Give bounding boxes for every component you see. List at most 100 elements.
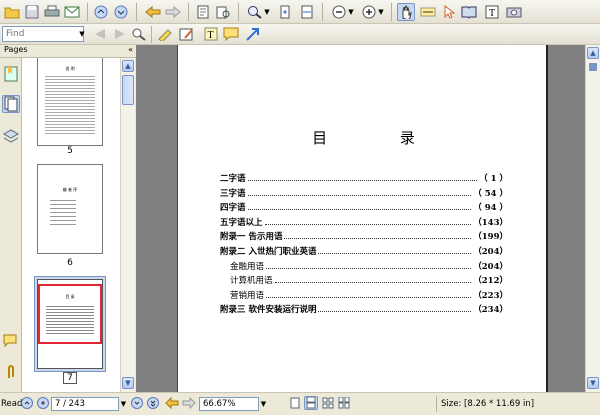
doc-scroll-down-arrow-icon[interactable]: ▼	[587, 377, 599, 389]
toc-entry[interactable]: 四字语 （ 94 ）	[220, 201, 508, 213]
toc-leader-dots	[284, 230, 472, 240]
page-speck: ·	[182, 115, 184, 121]
toc-entry[interactable]: 金融用语 （204）	[230, 260, 508, 272]
fit-width-icon[interactable]	[298, 3, 316, 21]
facing-view-icon[interactable]	[321, 396, 335, 410]
thumbnail-scrollbar[interactable]: ▲ ▼	[120, 58, 135, 392]
page-setup-icon[interactable]	[194, 3, 212, 21]
status-bar: Read 7 / 243 ▼ 66.67% ▼ Size: [8.26 * 11…	[0, 392, 600, 415]
scrollbar-thumb[interactable]	[122, 75, 134, 105]
toc-entry[interactable]: 附录一 告示用语 （199）	[220, 230, 508, 242]
collapse-panel-icon[interactable]: «	[128, 45, 133, 54]
scroll-up-arrow-icon[interactable]: ▲	[122, 60, 134, 72]
comments-panel-icon[interactable]	[2, 332, 20, 350]
forward-arrow-icon[interactable]	[164, 3, 182, 21]
next-page-icon[interactable]	[130, 396, 144, 410]
scroll-up-icon[interactable]	[92, 3, 110, 21]
find-next-icon[interactable]	[111, 25, 129, 43]
toc-entry-title: 四字语	[220, 203, 246, 214]
page-thumbnail-5[interactable]: 说 明	[37, 58, 103, 146]
zoom-dropdown-icon[interactable]: ▼	[263, 3, 271, 21]
document-view: · 目 录 二字语 （ 1 ） 三字语 （ 54 ） 四字语 （ 94 ） 五字语以上 （14…	[136, 45, 585, 392]
navigation-rail	[0, 45, 22, 392]
open-folder-icon[interactable]	[3, 3, 21, 21]
toc-entry-page: （234）	[473, 305, 508, 316]
zoom-out-icon[interactable]	[330, 3, 348, 21]
bookmarks-icon[interactable]	[2, 65, 20, 83]
print-icon[interactable]	[43, 3, 61, 21]
thumbnail-label-selected: 7	[63, 372, 77, 384]
toc-entry-title: 附录二 入世热门职业英语	[220, 247, 317, 257]
hand-tool-icon[interactable]	[397, 3, 415, 21]
page-number-field[interactable]: 7 / 243	[51, 397, 119, 411]
highlight-icon[interactable]	[156, 25, 174, 43]
document-scrollbar[interactable]: ▲ ▼	[585, 45, 600, 392]
previous-page-icon[interactable]	[36, 396, 50, 410]
zoom-level-field[interactable]: 66.67%	[199, 397, 259, 411]
toc-entry[interactable]: 计算机用语 （212）	[230, 274, 508, 286]
zoom-in-icon[interactable]	[360, 3, 378, 21]
toc-leader-dots	[318, 245, 472, 254]
toc-leader-dots	[274, 274, 472, 284]
fit-page-icon[interactable]	[276, 3, 294, 21]
continuous-facing-view-icon[interactable]	[337, 396, 351, 410]
toc-entry[interactable]: 三字语 （ 54 ）	[220, 187, 508, 199]
toc-entry[interactable]: 附录三 软件安装运行说明 （234）	[220, 303, 508, 315]
select-text-icon[interactable]	[419, 3, 437, 21]
toc-entry-page: （ 54 ）	[473, 188, 508, 199]
text-tool-icon[interactable]: T	[483, 3, 501, 21]
find-dropdown-icon[interactable]: ▼	[78, 25, 86, 43]
zoom-level-dropdown-icon[interactable]: ▼	[259, 397, 268, 411]
email-icon[interactable]	[63, 3, 81, 21]
last-page-icon[interactable]	[146, 396, 160, 410]
back-arrow-icon[interactable]	[144, 3, 162, 21]
zoom-out-dropdown-icon[interactable]: ▼	[347, 3, 355, 21]
snapshot-icon[interactable]	[505, 3, 523, 21]
pages-panel-title: Pages	[4, 45, 28, 54]
scroll-down-arrow-icon[interactable]: ▼	[122, 377, 134, 389]
typewriter-icon[interactable]: T	[202, 25, 220, 43]
save-icon[interactable]	[23, 3, 41, 21]
toc-leader-dots	[247, 187, 472, 196]
search-icon[interactable]	[130, 25, 148, 43]
single-page-view-icon[interactable]	[288, 396, 302, 410]
find-input[interactable]	[2, 26, 84, 42]
thumbnail-label: 6	[67, 258, 73, 268]
toc-entry-title: 二字语	[220, 174, 246, 184]
toc-entry[interactable]: 营销用语 （223）	[230, 289, 508, 301]
attachment-icon[interactable]	[2, 363, 20, 381]
arrow-tool-icon[interactable]	[244, 25, 262, 43]
page-thumbnail-6[interactable]: 编 者 序	[37, 164, 103, 254]
note-comment-icon[interactable]	[222, 25, 240, 43]
toc-entry-page: （204）	[473, 261, 508, 272]
page-thumbnail-7[interactable]: 目 录	[37, 279, 103, 369]
doc-scroll-up-arrow-icon[interactable]: ▲	[587, 47, 599, 59]
edit-tool-icon[interactable]	[178, 25, 196, 43]
thumbnail-text-block	[50, 197, 76, 227]
thumbnail-panel: 说 明 5 编 者 序 6 目 录 7	[22, 58, 120, 392]
page-dropdown-icon[interactable]: ▼	[119, 397, 128, 411]
zoom-magnifier-icon[interactable]	[246, 3, 264, 21]
thumbnail-text-block	[46, 304, 94, 334]
thumbnail-label: 5	[67, 146, 73, 156]
book-icon[interactable]	[460, 3, 478, 21]
pages-panel-icon[interactable]	[2, 95, 20, 113]
doc-scroll-marker-icon	[589, 63, 597, 71]
print-preview-icon[interactable]	[214, 3, 232, 21]
toc-entry[interactable]: 五字语以上 （143）	[220, 216, 508, 228]
pointer-icon[interactable]	[440, 3, 458, 21]
layers-icon[interactable]	[2, 127, 20, 145]
thumbnail-heading: 编 者 序	[62, 187, 78, 192]
find-previous-icon[interactable]	[91, 25, 109, 43]
toc-entry-title: 金融用语	[230, 261, 265, 272]
nav-back-icon[interactable]	[165, 396, 179, 410]
toc-heading: 目 录	[312, 129, 449, 147]
continuous-view-icon[interactable]	[304, 396, 318, 410]
zoom-in-dropdown-icon[interactable]: ▼	[377, 3, 385, 21]
toc-entry[interactable]: 二字语 （ 1 ）	[220, 172, 508, 184]
nav-forward-icon[interactable]	[182, 396, 196, 410]
first-page-icon[interactable]	[20, 396, 34, 410]
toc-entry[interactable]: 附录二 入世热门职业英语 （204）	[220, 245, 508, 257]
scroll-down-icon[interactable]	[112, 3, 130, 21]
svg-text:T: T	[208, 30, 214, 41]
